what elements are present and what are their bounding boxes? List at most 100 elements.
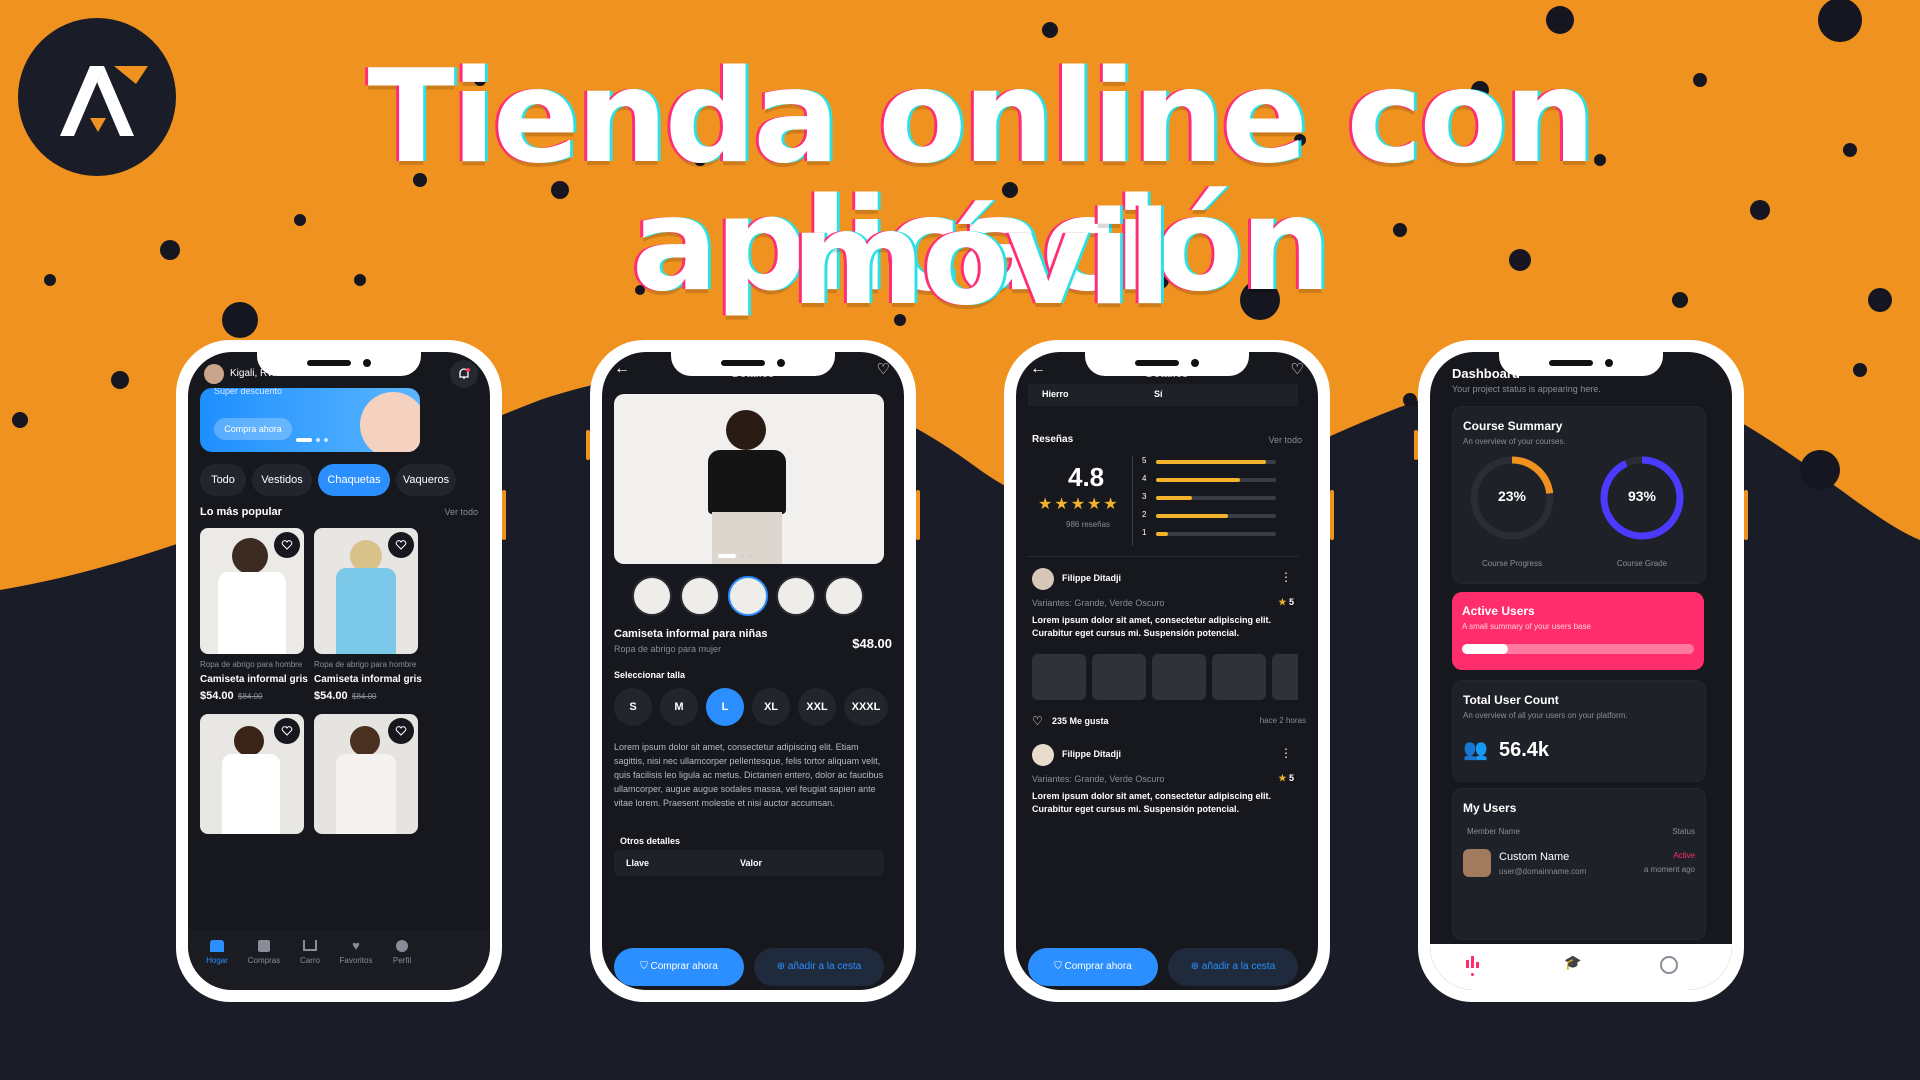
bottom-nav: Hogar Compras Carro ♥ Favoritos Perfil xyxy=(188,930,490,990)
see-all-link[interactable]: Ver todo xyxy=(1268,435,1302,445)
product-old-price: $84.00 xyxy=(238,692,263,701)
nav-favorites[interactable]: ♥ Favoritos xyxy=(334,939,378,965)
favorite-heart-icon[interactable] xyxy=(274,718,300,744)
review-photo[interactable] xyxy=(1272,654,1298,700)
user-time: a moment ago xyxy=(1643,865,1695,874)
chip-all[interactable]: Todo xyxy=(200,464,246,496)
nav-profile[interactable]: Perfil xyxy=(384,940,420,965)
details-row: Hierro Sí xyxy=(1028,384,1298,406)
col-member: Member Name xyxy=(1467,827,1520,836)
thumbnail[interactable] xyxy=(776,576,816,616)
card-title: Course Summary xyxy=(1463,419,1563,433)
chip-jeans[interactable]: Vaqueros xyxy=(396,464,456,496)
size-option-xl[interactable]: XL xyxy=(752,688,790,726)
review-photo[interactable] xyxy=(1152,654,1206,700)
product-name: Camiseta informal gris xyxy=(314,674,422,685)
nav-label: Favoritos xyxy=(339,956,373,965)
brand-logo xyxy=(18,18,176,176)
product-old-price: $84.00 xyxy=(352,692,377,701)
phone-product-details: ← Detalles ♡ Camiseta informal para niña… xyxy=(586,340,920,1002)
popular-section-title: Lo más popular xyxy=(200,506,282,518)
chip-jackets[interactable]: Chaquetas xyxy=(318,464,390,496)
nav-courses-icon[interactable]: 🎓 xyxy=(1564,954,1581,971)
nav-shopping[interactable]: Compras xyxy=(244,940,284,965)
notification-bell-icon[interactable] xyxy=(450,360,478,388)
shop-now-button[interactable]: Compra ahora xyxy=(214,418,292,440)
reviewer-name: Filippe Ditadji xyxy=(1062,573,1122,583)
size-option-xxxl[interactable]: XXXL xyxy=(844,688,888,726)
product-name: Camiseta informal gris xyxy=(200,674,308,685)
plus-circle-icon: ⊕ xyxy=(1190,961,1202,972)
nav-profile-icon[interactable] xyxy=(1660,956,1678,974)
size-option-m[interactable]: M xyxy=(660,688,698,726)
rating-bar-fill xyxy=(1156,532,1168,536)
promo-banner[interactable]: Súper descuento Compra ahora xyxy=(200,388,420,452)
thumbnail-selected[interactable] xyxy=(728,576,768,616)
users-group-icon: 👥 xyxy=(1463,739,1488,761)
star-icon: ★ xyxy=(1278,773,1289,783)
back-arrow-icon[interactable]: ← xyxy=(1030,360,1046,378)
buy-now-button[interactable]: ⛉ Comprar ahora xyxy=(1028,948,1158,986)
home-icon xyxy=(210,940,224,952)
favorite-heart-icon[interactable] xyxy=(388,718,414,744)
see-all-link[interactable]: Ver todo xyxy=(444,507,478,517)
rating-bar-label: 1 xyxy=(1142,528,1147,537)
rating-bar-track xyxy=(1156,478,1276,482)
more-options-icon[interactable]: ⋮ xyxy=(1280,570,1292,584)
bag-icon: ⛉ xyxy=(1054,961,1065,972)
product-category: Ropa de abrigo para hombre xyxy=(314,660,417,669)
avatar[interactable] xyxy=(204,364,224,384)
favorite-heart-icon[interactable]: ♡ xyxy=(877,360,890,378)
rating-bar-row: 3 xyxy=(1142,492,1282,506)
score-value: 5 xyxy=(1288,597,1294,607)
progress-label: Course Progress xyxy=(1481,559,1543,568)
nav-home[interactable]: Hogar xyxy=(202,940,232,965)
card-title: Total User Count xyxy=(1463,693,1559,707)
size-label: Seleccionar talla xyxy=(614,670,686,680)
review-photo[interactable] xyxy=(1212,654,1266,700)
thumbnail[interactable] xyxy=(632,576,672,616)
review-variants: Variantes: Grande, Verde Oscuro xyxy=(1032,598,1165,608)
review-text: Lorem ipsum dolor sit amet, consectetur … xyxy=(1032,615,1272,638)
product-name: Camiseta informal para niñas xyxy=(614,628,768,640)
reviews-title: Reseñas xyxy=(1032,434,1074,445)
review-variants: Variantes: Grande, Verde Oscuro xyxy=(1032,774,1165,784)
rating-bar-track xyxy=(1156,460,1276,464)
review-photo[interactable] xyxy=(1032,654,1086,700)
nav-label: Hogar xyxy=(206,956,228,965)
size-option-xxl[interactable]: XXL xyxy=(798,688,836,726)
product-description: Lorem ipsum dolor sit amet, consectetur … xyxy=(614,742,884,808)
total-users-card: Total User Count An overview of all your… xyxy=(1452,680,1706,782)
product-card[interactable] xyxy=(200,714,304,834)
add-to-cart-label: añadir a la cesta xyxy=(1201,961,1276,972)
product-card[interactable] xyxy=(314,714,418,834)
add-to-cart-button[interactable]: ⊕ añadir a la cesta xyxy=(1168,948,1298,986)
product-card[interactable]: Ropa de abrigo para hombre Camiseta info… xyxy=(200,528,308,706)
favorite-heart-icon[interactable] xyxy=(274,532,300,558)
details-title: Otros detalles xyxy=(620,836,681,846)
back-arrow-icon[interactable]: ← xyxy=(614,360,630,378)
profile-icon xyxy=(396,940,408,952)
size-option-l[interactable]: L xyxy=(706,688,744,726)
favorite-heart-icon[interactable]: ♡ xyxy=(1291,360,1304,378)
nav-cart[interactable]: Carro xyxy=(292,940,328,965)
nav-stats-icon[interactable] xyxy=(1464,954,1480,976)
size-option-s[interactable]: S xyxy=(614,688,652,726)
rating-bar-label: 3 xyxy=(1142,492,1147,501)
thumbnail[interactable] xyxy=(824,576,864,616)
favorite-heart-icon[interactable] xyxy=(388,532,414,558)
user-name[interactable]: Custom Name xyxy=(1499,851,1569,863)
thumbnail-strip xyxy=(632,576,872,616)
banner-text: Súper descuento xyxy=(214,388,283,396)
chip-dresses[interactable]: Vestidos xyxy=(252,464,312,496)
add-to-cart-button[interactable]: ⊕ añadir a la cesta xyxy=(754,948,884,986)
col-status: Status xyxy=(1672,827,1695,836)
product-card[interactable]: Ropa de abrigo para hombre Camiseta info… xyxy=(314,528,422,706)
thumbnail[interactable] xyxy=(680,576,720,616)
active-users-card[interactable]: Active Users A small summary of your use… xyxy=(1452,592,1704,670)
more-options-icon[interactable]: ⋮ xyxy=(1280,746,1292,760)
review-photo[interactable] xyxy=(1092,654,1146,700)
product-image-main xyxy=(614,394,884,564)
buy-now-button[interactable]: ⛉ Comprar ahora xyxy=(614,948,744,986)
like-heart-icon[interactable]: ♡ xyxy=(1032,714,1043,728)
